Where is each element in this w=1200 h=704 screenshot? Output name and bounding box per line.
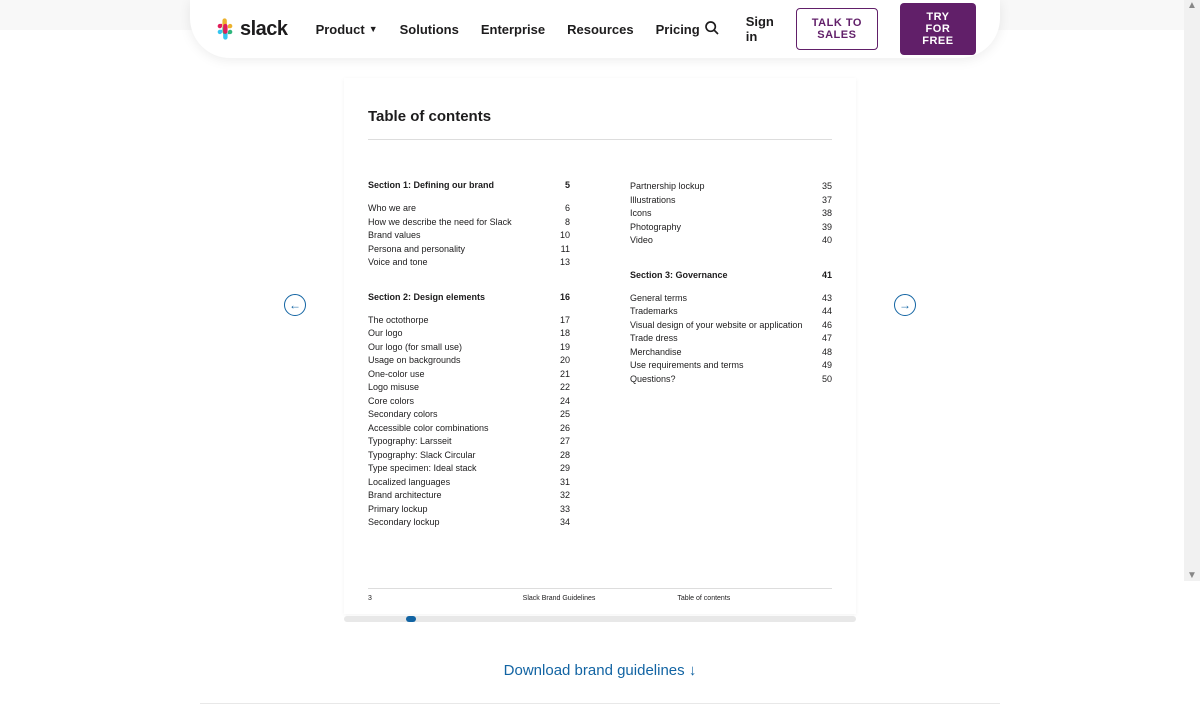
toc-row: Use requirements and terms49 [630, 359, 832, 373]
footer-section: Table of contents [677, 595, 832, 602]
toc-row: Illustrations37 [630, 194, 832, 208]
toc-section-1: Section 1: Defining our brand 5 [368, 180, 570, 190]
document-page: Table of contents Section 1: Defining ou… [344, 78, 856, 614]
doc-footer: 3 Slack Brand Guidelines Table of conten… [368, 588, 832, 602]
prev-page-button[interactable]: ← [284, 294, 306, 316]
page-scrollbar[interactable] [344, 616, 856, 622]
toc-row: Brand values10 [368, 229, 570, 243]
toc-row: Logo misuse22 [368, 381, 570, 395]
next-page-button[interactable]: → [894, 294, 916, 316]
toc-row: Trademarks44 [630, 305, 832, 319]
scroll-down-arrow-icon[interactable]: ▼ [1187, 570, 1197, 581]
toc-row: General terms43 [630, 292, 832, 306]
page-title: Table of contents [368, 108, 832, 140]
footer-page-number: 3 [368, 595, 523, 602]
footer-doc-title: Slack Brand Guidelines [523, 595, 678, 602]
toc-row: Photography39 [630, 221, 832, 235]
toc-row: Questions?50 [630, 373, 832, 387]
toc-section-2: Section 2: Design elements 16 [368, 292, 570, 302]
toc-row: Typography: Slack Circular28 [368, 449, 570, 463]
toc-section-3: Section 3: Governance 41 [630, 270, 832, 280]
toc-row: Secondary lockup34 [368, 516, 570, 530]
toc-row: Visual design of your website or applica… [630, 319, 832, 333]
toc-row: Our logo18 [368, 327, 570, 341]
download-link[interactable]: Download brand guidelines ↓ [0, 662, 1200, 679]
toc-row: Video40 [630, 234, 832, 248]
arrow-down-icon: ↓ [689, 662, 697, 679]
toc-row: Partnership lockup35 [630, 180, 832, 194]
section-divider [200, 703, 1000, 704]
page-scrollbar-thumb[interactable] [406, 616, 416, 622]
vertical-scrollbar[interactable]: ▲ ▼ [1184, 0, 1200, 581]
arrow-right-icon: → [899, 298, 911, 312]
scroll-up-arrow-icon[interactable]: ▲ [1187, 0, 1197, 11]
toc-row: Who we are6 [368, 202, 570, 216]
toc-row: Accessible color combinations26 [368, 422, 570, 436]
toc-row: The octothorpe17 [368, 314, 570, 328]
toc-row: Primary lockup33 [368, 503, 570, 517]
toc-row: Localized languages31 [368, 476, 570, 490]
toc-row: Our logo (for small use)19 [368, 341, 570, 355]
toc-row: Usage on backgrounds20 [368, 354, 570, 368]
toc-row: One-color use21 [368, 368, 570, 382]
toc-row: Persona and personality11 [368, 243, 570, 257]
toc-row: Type specimen: Ideal stack29 [368, 462, 570, 476]
toc-left-column: Section 1: Defining our brand 5 Who we a… [368, 180, 570, 552]
toc-row: How we describe the need for Slack8 [368, 216, 570, 230]
toc-row: Merchandise48 [630, 346, 832, 360]
toc-row: Typography: Larsseit27 [368, 435, 570, 449]
toc-row: Trade dress47 [630, 332, 832, 346]
toc-row: Voice and tone13 [368, 256, 570, 270]
toc-row: Core colors24 [368, 395, 570, 409]
toc-row: Secondary colors25 [368, 408, 570, 422]
toc-right-column: Partnership lockup35Illustrations37Icons… [630, 180, 832, 552]
arrow-left-icon: ← [289, 298, 301, 312]
toc-row: Icons38 [630, 207, 832, 221]
toc-row: Brand architecture32 [368, 489, 570, 503]
